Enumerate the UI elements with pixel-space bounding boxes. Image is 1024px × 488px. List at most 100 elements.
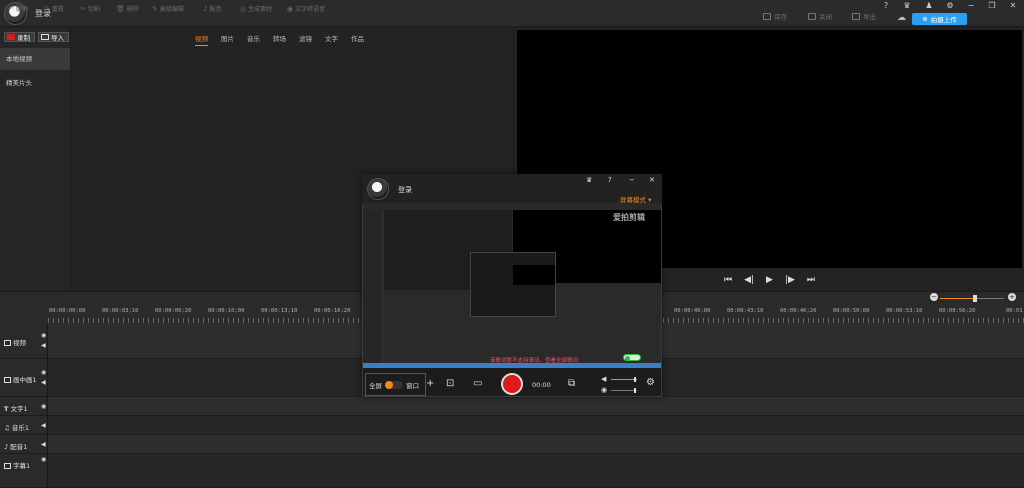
gear-icon[interactable]: ⚙ <box>944 0 956 11</box>
volume-icon[interactable]: ◀ <box>41 422 46 429</box>
track-header: 视频 ◉ ◀ <box>0 323 48 359</box>
text-icon: T <box>4 405 9 413</box>
sidebar-item-local-video[interactable]: 本地视频 <box>0 48 70 70</box>
system-volume-handle[interactable] <box>634 377 636 382</box>
tab-music[interactable]: 音乐 <box>247 33 260 46</box>
pencil-icon: ✎ <box>152 4 158 13</box>
recorder-avatar[interactable] <box>367 178 389 200</box>
pip-icon <box>4 377 11 383</box>
tab-works[interactable]: 作品 <box>351 33 364 46</box>
mic-volume-handle[interactable] <box>634 388 636 393</box>
capture-area-switch[interactable]: 全屏 窗口 <box>365 373 426 396</box>
import-icon <box>41 34 49 40</box>
lyrics-toggle[interactable] <box>623 354 641 361</box>
media-tabs: 视频 图片 音乐 转场 滤镜 文字 作品 <box>195 33 364 46</box>
film-icon <box>4 340 11 346</box>
redo-button[interactable]: ↷ 重做 <box>44 4 64 14</box>
add-icon[interactable]: + <box>426 378 434 389</box>
timecode: 00:00:56;20 <box>939 308 976 314</box>
timecode: 00:00:06;20 <box>155 308 192 314</box>
timecode: 00:00:50;00 <box>833 308 870 314</box>
volume-icon[interactable]: ◀ <box>41 441 46 448</box>
track-lane[interactable] <box>48 454 1024 488</box>
mic-icon[interactable]: ◉ <box>601 386 607 394</box>
upload-icon: ⊕ <box>922 15 928 23</box>
close-project-button[interactable]: 关闭 <box>808 11 832 21</box>
undo-icon: ↶ <box>8 4 14 13</box>
eye-icon[interactable]: ◉ <box>41 369 46 376</box>
captured-recorder-preview <box>513 265 555 285</box>
exit-icon <box>808 12 816 20</box>
tab-filter[interactable]: 滤镜 <box>299 33 312 46</box>
mic-icon: ♪ <box>4 443 9 451</box>
eye-icon[interactable]: ◉ <box>41 456 46 463</box>
help-button[interactable]: ? <box>880 0 892 11</box>
record-button[interactable]: 录制 <box>4 32 35 42</box>
recording-timer: 00:00 <box>532 381 551 389</box>
captured-sidebar <box>363 210 383 365</box>
bell-icon[interactable]: ♟ <box>923 0 935 11</box>
track-text: T 文字1 ◉ <box>0 397 1024 416</box>
save-button[interactable]: 保存 <box>763 11 787 21</box>
upload-button[interactable]: ⊕ 拍摄上传 <box>912 13 967 25</box>
timecode: 00:00:00;00 <box>49 308 86 314</box>
tab-video[interactable]: 视频 <box>195 33 208 46</box>
crown-icon[interactable]: ♛ <box>586 176 592 184</box>
skip-end-icon[interactable]: ⏭ <box>807 275 815 285</box>
region-icon[interactable]: ⊡ <box>446 378 454 389</box>
track-header: ♪ 配音1 ◀ <box>0 435 48 454</box>
tab-text[interactable]: 文字 <box>325 33 338 46</box>
volume-icon[interactable]: ◀ <box>41 379 46 386</box>
timecode: 00:00:03;10 <box>102 308 139 314</box>
settings-gear-icon[interactable]: ⚙ <box>646 377 655 388</box>
track-lane[interactable] <box>48 416 1024 435</box>
play-icon[interactable]: ▶ <box>766 275 773 285</box>
minimize-button[interactable]: − <box>965 0 977 11</box>
redo-icon: ↷ <box>44 4 50 13</box>
subtitle-icon <box>4 463 11 469</box>
prev-frame-icon[interactable]: ◀| <box>744 275 754 285</box>
camera-icon[interactable]: ▭ <box>473 378 482 389</box>
next-frame-icon[interactable]: |▶ <box>785 275 795 285</box>
volume-icon[interactable]: ◀ <box>41 342 46 349</box>
maximize-button[interactable]: ❐ <box>986 0 998 11</box>
close-button[interactable]: ✕ <box>649 176 655 184</box>
tab-image[interactable]: 图片 <box>221 33 234 46</box>
delete-button[interactable]: 🗑 删除 <box>116 4 139 14</box>
eye-icon[interactable]: ◉ <box>41 332 46 339</box>
fullscreen-window-toggle[interactable] <box>385 380 403 389</box>
zoom-out-button[interactable]: − <box>930 293 938 301</box>
scissors-icon: ✂ <box>80 4 86 13</box>
skip-start-icon[interactable]: ⏮ <box>724 275 732 285</box>
minimize-button[interactable]: − <box>629 176 635 184</box>
undo-button[interactable]: ↶ 撤销 <box>8 4 28 14</box>
export-button[interactable]: 导出 <box>852 11 876 21</box>
zoom-slider-fill <box>940 298 976 299</box>
tab-transition[interactable]: 转场 <box>273 33 286 46</box>
screenshot-icon[interactable]: ⧉ <box>568 378 575 389</box>
text-to-speech-button[interactable]: ◉ 文字转语音 <box>287 4 325 14</box>
timecode: 00:00:10;00 <box>208 308 245 314</box>
generate-asset-button[interactable]: ◎ 生成素材 <box>240 4 272 14</box>
recorder-username[interactable]: 登录 <box>398 185 412 195</box>
dub-button[interactable]: ♪ 配音 <box>203 4 221 14</box>
mic-icon: ♪ <box>203 4 208 13</box>
import-button[interactable]: 导入 <box>38 32 69 42</box>
zoom-slider-handle[interactable] <box>973 295 977 302</box>
help-button[interactable]: ? <box>608 176 612 184</box>
close-window-button[interactable]: ✕ <box>1007 0 1019 11</box>
cut-button[interactable]: ✂ 切割 <box>80 4 100 14</box>
zoom-in-button[interactable]: + <box>1008 293 1016 301</box>
speaker-icon[interactable]: ◀ <box>601 375 606 383</box>
timecode: 00:01 <box>1006 308 1023 314</box>
track-lane[interactable] <box>48 435 1024 454</box>
eye-icon[interactable]: ◉ <box>41 403 46 410</box>
cloud-icon[interactable]: ☁ <box>897 13 906 23</box>
timecode: 00:00:13;10 <box>261 308 298 314</box>
advanced-edit-button[interactable]: ✎ 高级编辑 <box>152 4 184 14</box>
save-icon <box>763 12 771 20</box>
start-recording-button[interactable] <box>501 373 523 395</box>
track-lane[interactable] <box>48 397 1024 416</box>
crown-icon[interactable]: ♛ <box>901 0 913 11</box>
sidebar-item-intro-clips[interactable]: 精美片头 <box>0 72 70 94</box>
